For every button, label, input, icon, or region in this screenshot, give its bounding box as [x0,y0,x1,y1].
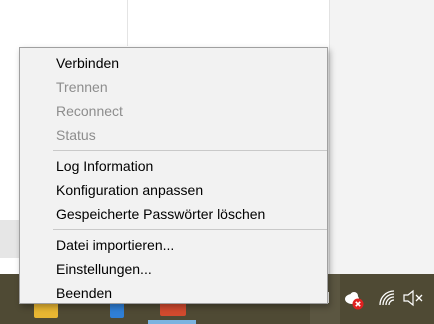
menu-item-reconnect: Reconnect [56,103,123,119]
menu-item-status: Status [56,127,96,143]
menu-item-exit[interactable]: Beenden [20,282,327,304]
tray-context-menu: Verbinden Trennen Reconnect Status Log I… [19,47,328,304]
background-divider [127,0,128,46]
speaker-muted-icon[interactable] [403,289,425,310]
menu-item-disconnect: Trennen [56,79,108,95]
vpn-disconnected-icon[interactable] [343,289,365,314]
menu-item-clear-passwords[interactable]: Gespeicherte Passwörter löschen [20,203,327,225]
active-app-indicator [148,320,196,324]
menu-item-log-information[interactable]: Log Information [20,155,327,177]
app-blue-icon[interactable] [110,302,124,318]
menu-separator [53,150,327,151]
menu-item-settings[interactable]: Einstellungen... [20,258,327,280]
background-panel-right [329,0,434,274]
wifi-icon[interactable] [378,289,396,310]
menu-separator [53,229,327,230]
menu-item-import-file[interactable]: Datei importieren... [20,234,327,256]
background-panel-left [0,220,20,258]
menu-item-edit-config[interactable]: Konfiguration anpassen [20,179,327,201]
menu-item-connect[interactable]: Verbinden [20,52,327,74]
